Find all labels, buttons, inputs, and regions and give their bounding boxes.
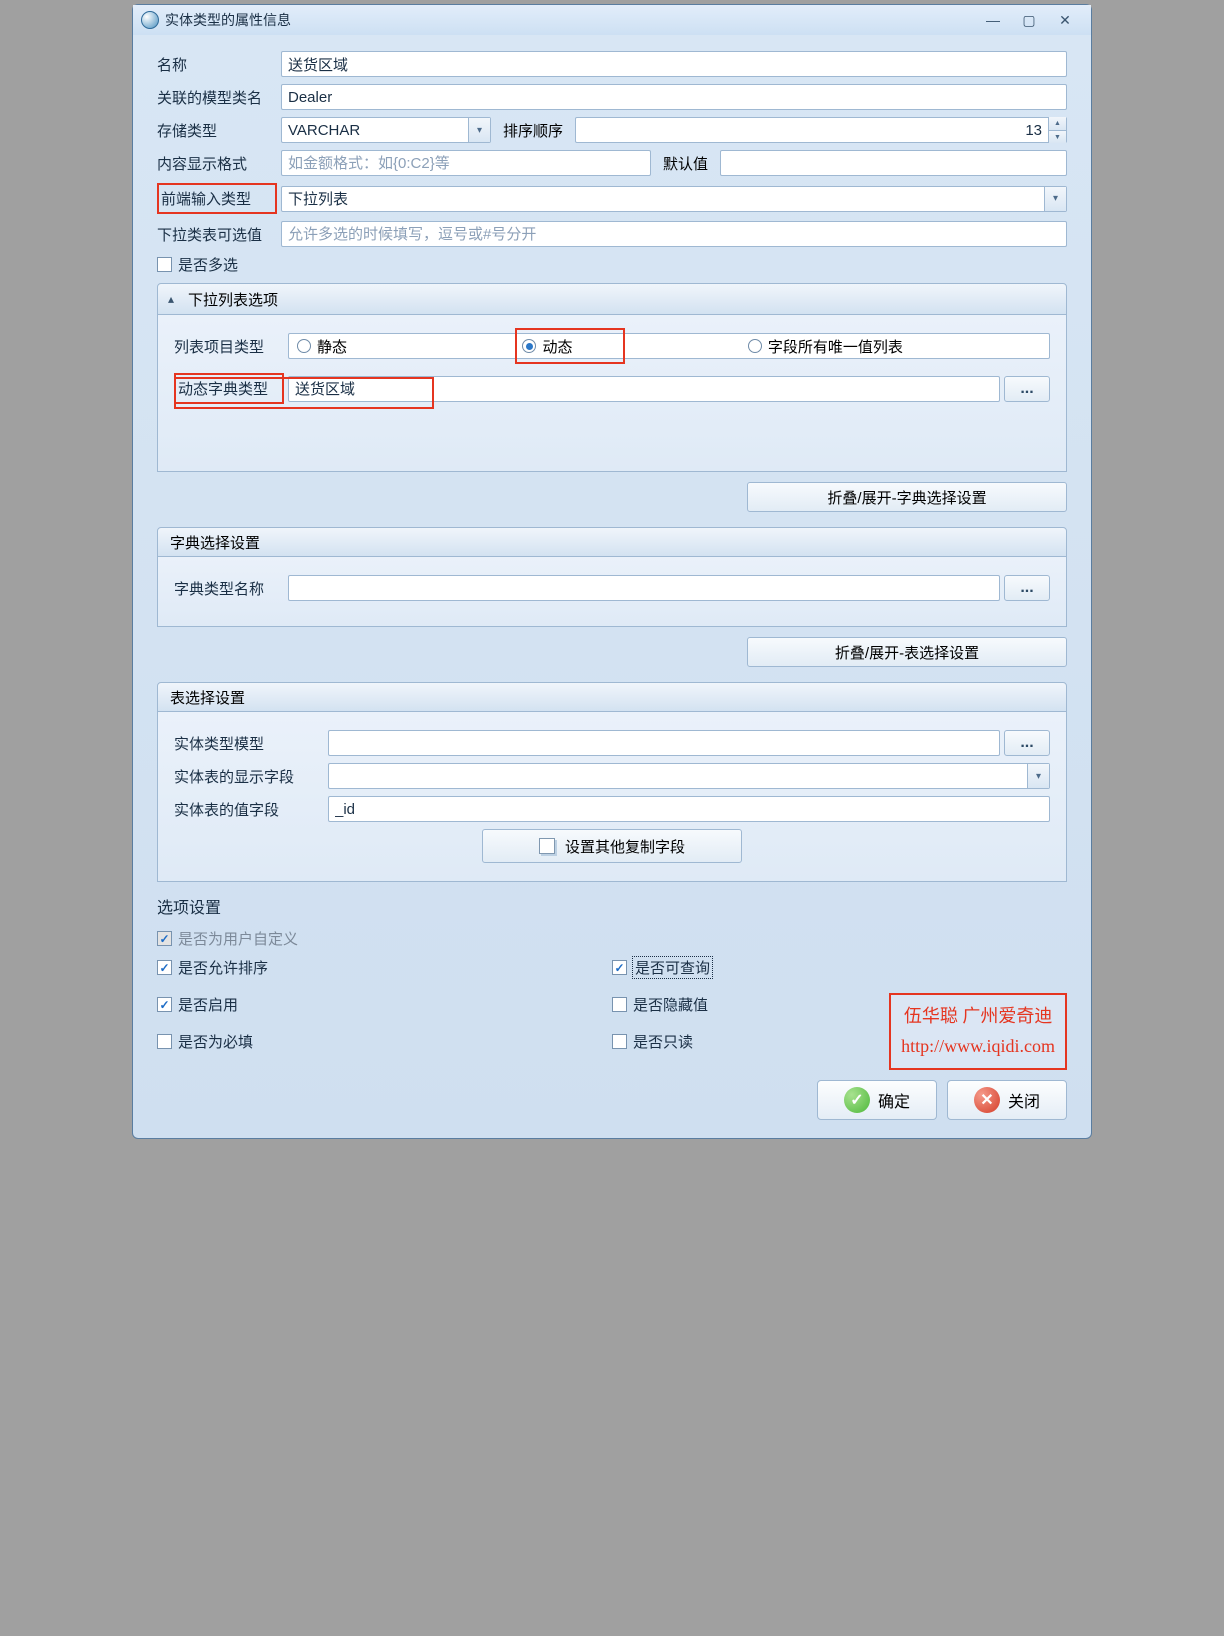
readonly-checkbox[interactable] <box>612 1034 627 1049</box>
ok-button[interactable]: ✓ 确定 <box>817 1080 937 1120</box>
multiselect-label: 是否多选 <box>178 254 238 275</box>
close-button[interactable]: ✕ 关闭 <box>947 1080 1067 1120</box>
radio-icon <box>748 339 762 353</box>
name-label: 名称 <box>157 54 277 75</box>
display-fmt-input[interactable] <box>281 150 651 176</box>
toggle-table-button[interactable]: 折叠/展开-表选择设置 <box>747 637 1067 667</box>
chevron-down-icon[interactable]: ▾ <box>468 118 490 142</box>
table-section-body: 实体类型模型 ... 实体表的显示字段 ▾ 实体表的值字段 设置其他复制字段 <box>157 712 1067 882</box>
app-icon <box>141 11 159 29</box>
chevron-down-icon[interactable]: ▾ <box>1027 764 1049 788</box>
item-type-label: 列表项目类型 <box>174 336 284 357</box>
enabled-checkbox[interactable] <box>157 997 172 1012</box>
dropdown-values-label: 下拉类表可选值 <box>157 224 277 245</box>
name-input[interactable] <box>281 51 1067 77</box>
options-section: 选项设置 是否为用户自定义 是否允许排序 是否可查询 是否启用 <box>157 894 1067 1060</box>
radio-icon <box>522 339 536 353</box>
required-checkbox[interactable] <box>157 1034 172 1049</box>
content-area: 名称 关联的模型类名 存储类型 VARCHAR ▾ 排序顺序 13 ▲ ▼ <box>133 35 1091 1138</box>
chevron-down-icon[interactable]: ▾ <box>1044 187 1066 211</box>
options-title: 选项设置 <box>157 894 1067 918</box>
watermark: 伍华聪 广州爱奇迪 http://www.iqidi.com <box>889 993 1067 1070</box>
chevron-up-icon: ▴ <box>168 292 184 306</box>
copy-fields-button[interactable]: 设置其他复制字段 <box>482 829 742 863</box>
dict-name-input[interactable] <box>288 575 1000 601</box>
copy-icon <box>539 838 555 854</box>
dict-section-header: 字典选择设置 <box>157 527 1067 557</box>
radio-icon <box>297 339 311 353</box>
spin-down-icon[interactable]: ▼ <box>1048 130 1066 143</box>
model-label: 关联的模型类名 <box>157 87 277 108</box>
radio-dynamic[interactable]: 动态 <box>522 336 747 357</box>
default-label: 默认值 <box>655 153 716 174</box>
multiselect-checkbox[interactable] <box>157 257 172 272</box>
titlebar: 实体类型的属性信息 — ▢ ✕ <box>133 5 1091 35</box>
value-field-input[interactable] <box>328 796 1050 822</box>
dict-name-browse-button[interactable]: ... <box>1004 575 1050 601</box>
enabled-label: 是否启用 <box>178 994 238 1015</box>
value-field-label: 实体表的值字段 <box>174 799 324 820</box>
queryable-label: 是否可查询 <box>633 957 712 978</box>
dropdown-options-header[interactable]: ▴ 下拉列表选项 <box>157 283 1067 315</box>
display-field-label: 实体表的显示字段 <box>174 766 324 787</box>
radio-static[interactable]: 静态 <box>297 336 522 357</box>
entity-model-label: 实体类型模型 <box>174 733 324 754</box>
hidden-checkbox[interactable] <box>612 997 627 1012</box>
sortable-label: 是否允许排序 <box>178 957 268 978</box>
model-input[interactable] <box>281 84 1067 110</box>
minimize-button[interactable]: — <box>975 11 1011 29</box>
input-type-combo[interactable]: 下拉列表 ▾ <box>281 186 1067 212</box>
close-icon: ✕ <box>974 1087 1000 1113</box>
dict-section-body: 字典类型名称 ... <box>157 557 1067 627</box>
dict-type-browse-button[interactable]: ... <box>1004 376 1050 402</box>
sortable-checkbox[interactable] <box>157 960 172 975</box>
table-section-header: 表选择设置 <box>157 682 1067 712</box>
check-icon: ✓ <box>844 1087 870 1113</box>
entity-model-browse-button[interactable]: ... <box>1004 730 1050 756</box>
queryable-checkbox[interactable] <box>612 960 627 975</box>
storage-combo[interactable]: VARCHAR ▾ <box>281 117 491 143</box>
sort-label: 排序顺序 <box>495 120 571 141</box>
maximize-button[interactable]: ▢ <box>1011 11 1047 29</box>
spin-up-icon[interactable]: ▲ <box>1048 117 1066 130</box>
dialog-footer: ✓ 确定 ✕ 关闭 <box>157 1080 1067 1120</box>
required-label: 是否为必填 <box>178 1031 253 1052</box>
default-input[interactable] <box>720 150 1067 176</box>
display-field-combo[interactable]: ▾ <box>328 763 1050 789</box>
dict-name-label: 字典类型名称 <box>174 578 284 599</box>
close-window-button[interactable]: ✕ <box>1047 11 1083 29</box>
dropdown-options-title: 下拉列表选项 <box>188 289 278 310</box>
item-type-radio-group: 静态 动态 字段所有唯一值列表 <box>288 333 1050 359</box>
storage-label: 存储类型 <box>157 120 277 141</box>
display-fmt-label: 内容显示格式 <box>157 153 277 174</box>
readonly-label: 是否只读 <box>633 1031 693 1052</box>
dropdown-values-input[interactable] <box>281 221 1067 247</box>
dict-type-label: 动态字典类型 <box>174 373 284 404</box>
dialog-window: 实体类型的属性信息 — ▢ ✕ 名称 关联的模型类名 存储类型 VARCHAR … <box>132 4 1092 1139</box>
window-title: 实体类型的属性信息 <box>165 10 291 30</box>
dict-type-input[interactable] <box>288 376 1000 402</box>
input-type-label: 前端输入类型 <box>157 183 277 214</box>
sort-spinner[interactable]: 13 ▲ ▼ <box>575 117 1067 143</box>
entity-model-input[interactable] <box>328 730 1000 756</box>
hidden-label: 是否隐藏值 <box>633 994 708 1015</box>
dropdown-options-body: 列表项目类型 静态 动态 字段所有唯一值列表 <box>157 315 1067 472</box>
user-defined-label: 是否为用户自定义 <box>178 928 298 949</box>
user-defined-checkbox <box>157 931 172 946</box>
radio-unique[interactable]: 字段所有唯一值列表 <box>748 336 1041 357</box>
toggle-dict-button[interactable]: 折叠/展开-字典选择设置 <box>747 482 1067 512</box>
